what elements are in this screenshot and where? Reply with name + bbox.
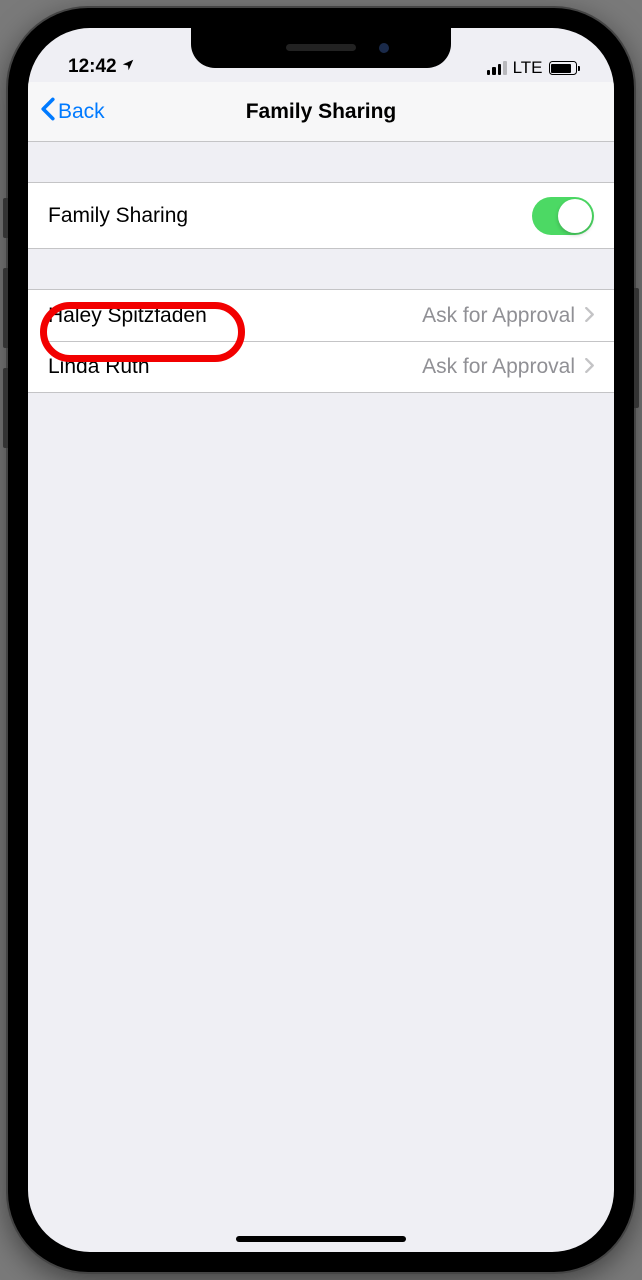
members-group: Haley Spitzfaden Ask for Approval Linda … (28, 289, 614, 393)
chevron-left-icon (40, 97, 56, 127)
toggle-group: Family Sharing (28, 182, 614, 249)
chevron-right-icon (585, 304, 594, 328)
home-indicator[interactable] (236, 1236, 406, 1242)
screen: 12:42 LTE (28, 28, 614, 1252)
silence-switch (3, 198, 8, 238)
battery-icon (549, 61, 581, 75)
content-area: Family Sharing Haley Spitzfaden Ask for … (28, 182, 614, 393)
cellular-signal-icon (487, 61, 507, 75)
family-sharing-toggle-row[interactable]: Family Sharing (28, 183, 614, 248)
member-name: Linda Ruth (48, 355, 150, 379)
status-bar-left: 12:42 (68, 56, 135, 78)
member-right: Ask for Approval (422, 304, 594, 328)
volume-down-button (3, 368, 8, 448)
side-buttons-left (3, 198, 8, 468)
family-sharing-toggle[interactable] (532, 197, 594, 235)
side-buttons-right (634, 288, 639, 438)
member-status: Ask for Approval (422, 355, 575, 379)
member-status: Ask for Approval (422, 304, 575, 328)
back-label: Back (58, 100, 105, 124)
member-row[interactable]: Linda Ruth Ask for Approval (28, 341, 614, 392)
power-button (634, 288, 639, 408)
device-frame: 12:42 LTE (8, 8, 634, 1272)
page-title: Family Sharing (246, 100, 397, 124)
back-button[interactable]: Back (40, 97, 105, 127)
network-label: LTE (513, 58, 543, 78)
member-name: Haley Spitzfaden (48, 304, 207, 328)
toggle-knob (558, 199, 592, 233)
volume-up-button (3, 268, 8, 348)
navigation-bar: Back Family Sharing (28, 82, 614, 142)
device-notch (191, 28, 451, 68)
device-frame-inner: 12:42 LTE (18, 18, 624, 1262)
chevron-right-icon (585, 355, 594, 379)
member-right: Ask for Approval (422, 355, 594, 379)
family-sharing-toggle-label: Family Sharing (48, 204, 188, 228)
status-time: 12:42 (68, 56, 117, 78)
location-icon (121, 56, 135, 78)
member-row[interactable]: Haley Spitzfaden Ask for Approval (28, 290, 614, 341)
status-bar-right: LTE (487, 58, 580, 78)
